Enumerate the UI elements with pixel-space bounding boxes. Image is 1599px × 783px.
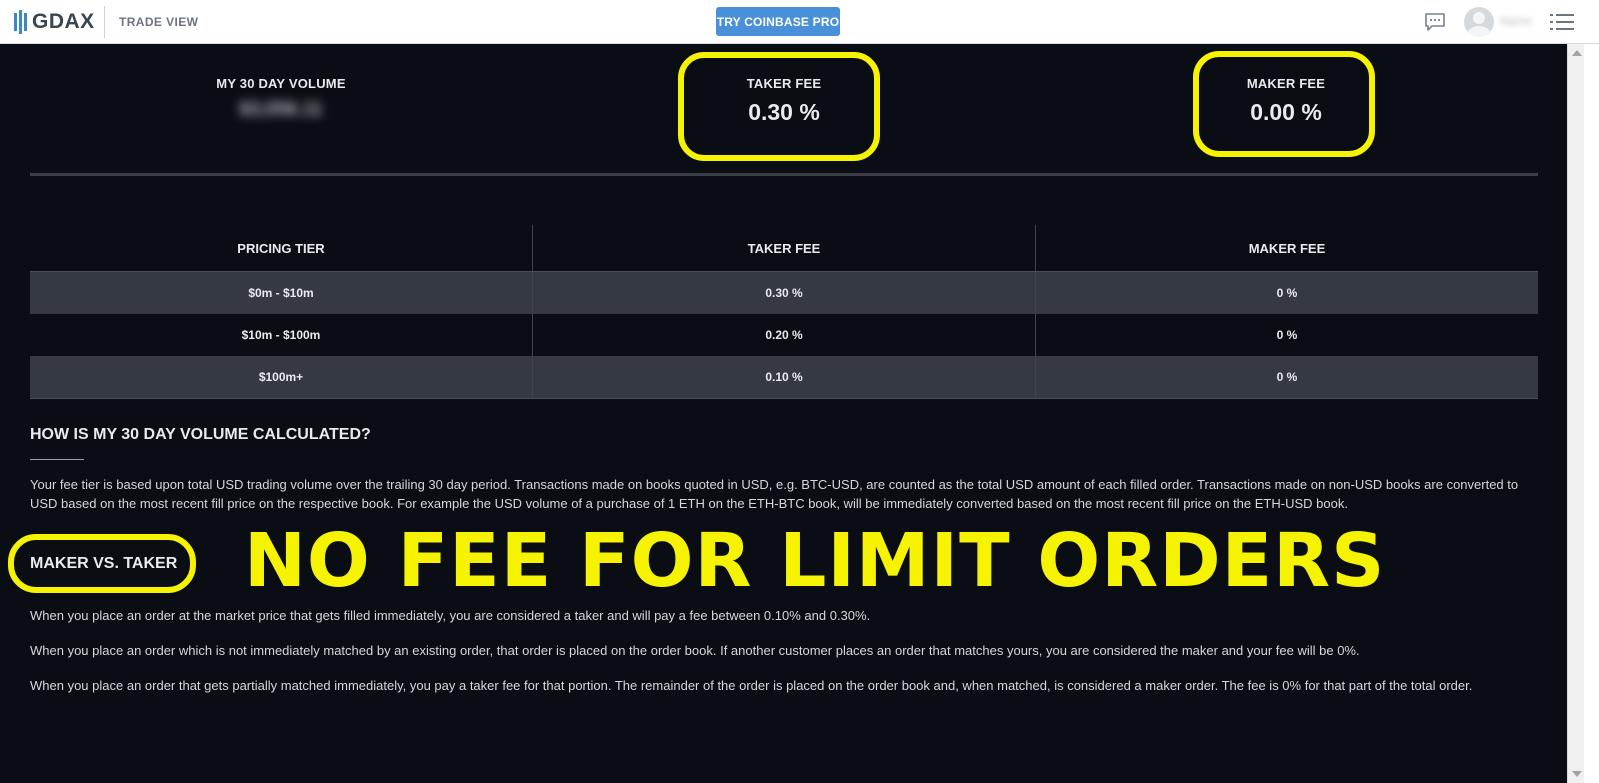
column-header: MAKER FEE bbox=[1248, 240, 1326, 256]
window-edge bbox=[1584, 44, 1599, 783]
table-cell: 0.20 % bbox=[533, 314, 1036, 356]
table-row: $0m - $10m 0.30 % 0 % bbox=[30, 272, 1538, 314]
column-header: PRICING TIER bbox=[30, 225, 533, 271]
top-bar: GDAX TRADE VIEW TRY COINBASE PRO Name bbox=[0, 0, 1599, 44]
annotation-text: NO FEE FOR LIMIT ORDERS bbox=[244, 518, 1386, 604]
table-row: $100m+ 0.10 % 0 % bbox=[30, 356, 1538, 398]
table-cell: 0 % bbox=[1276, 370, 1298, 384]
table-cell: $0m - $10m bbox=[30, 272, 533, 314]
menu-icon[interactable] bbox=[1550, 13, 1574, 31]
gdax-logo[interactable]: GDAX bbox=[14, 9, 95, 35]
table-cell: 0.10 % bbox=[533, 356, 1036, 398]
scroll-down-icon[interactable] bbox=[1572, 771, 1582, 777]
stats-separator bbox=[30, 173, 1538, 176]
vertical-scrollbar[interactable] bbox=[1567, 44, 1584, 783]
logo-text: GDAX bbox=[32, 10, 95, 33]
maker-taker-title: MAKER VS. TAKER bbox=[30, 555, 178, 572]
trade-view-link[interactable]: TRADE VIEW bbox=[119, 15, 198, 29]
table-header: PRICING TIER TAKER FEE MAKER FEE bbox=[30, 225, 1538, 271]
table-cell: 0.30 % bbox=[533, 272, 1036, 314]
maker-taker-para-3: When you place an order that gets partia… bbox=[30, 678, 1473, 693]
table-cell: $10m - $100m bbox=[30, 314, 533, 356]
column-header: TAKER FEE bbox=[533, 225, 1036, 271]
table-cell: $100m+ bbox=[30, 356, 533, 398]
maker-taker-para-2: When you place an order which is not imm… bbox=[30, 643, 1360, 658]
header-divider bbox=[104, 6, 105, 38]
maker-taker-para-1: When you place an order at the market pr… bbox=[30, 608, 871, 623]
try-coinbase-pro-button[interactable]: TRY COINBASE PRO bbox=[716, 7, 840, 36]
volume-stat: MY 30 DAY VOLUME $3,056.11 bbox=[161, 76, 401, 121]
table-cell: 0 % bbox=[1276, 328, 1298, 342]
maker-fee-highlight bbox=[1193, 51, 1375, 157]
volume-label: MY 30 DAY VOLUME bbox=[216, 76, 346, 91]
volume-value: $3,056.11 bbox=[239, 99, 323, 120]
volume-section-title: HOW IS MY 30 DAY VOLUME CALCULATED? bbox=[30, 426, 371, 443]
logo-bars-icon bbox=[14, 10, 27, 34]
taker-fee-highlight bbox=[678, 52, 880, 161]
scroll-up-icon[interactable] bbox=[1572, 50, 1582, 56]
section-rule bbox=[30, 459, 84, 460]
avatar[interactable] bbox=[1464, 7, 1494, 37]
username[interactable]: Name bbox=[1500, 14, 1532, 28]
table-cell: 0 % bbox=[1276, 286, 1298, 300]
chat-icon[interactable] bbox=[1424, 12, 1446, 32]
volume-section-body: Your fee tier is based upon total USD tr… bbox=[30, 477, 1519, 511]
pricing-tier-table: PRICING TIER TAKER FEE MAKER FEE $0m - $… bbox=[30, 225, 1538, 399]
table-row: $10m - $100m 0.20 % 0 % bbox=[30, 314, 1538, 356]
